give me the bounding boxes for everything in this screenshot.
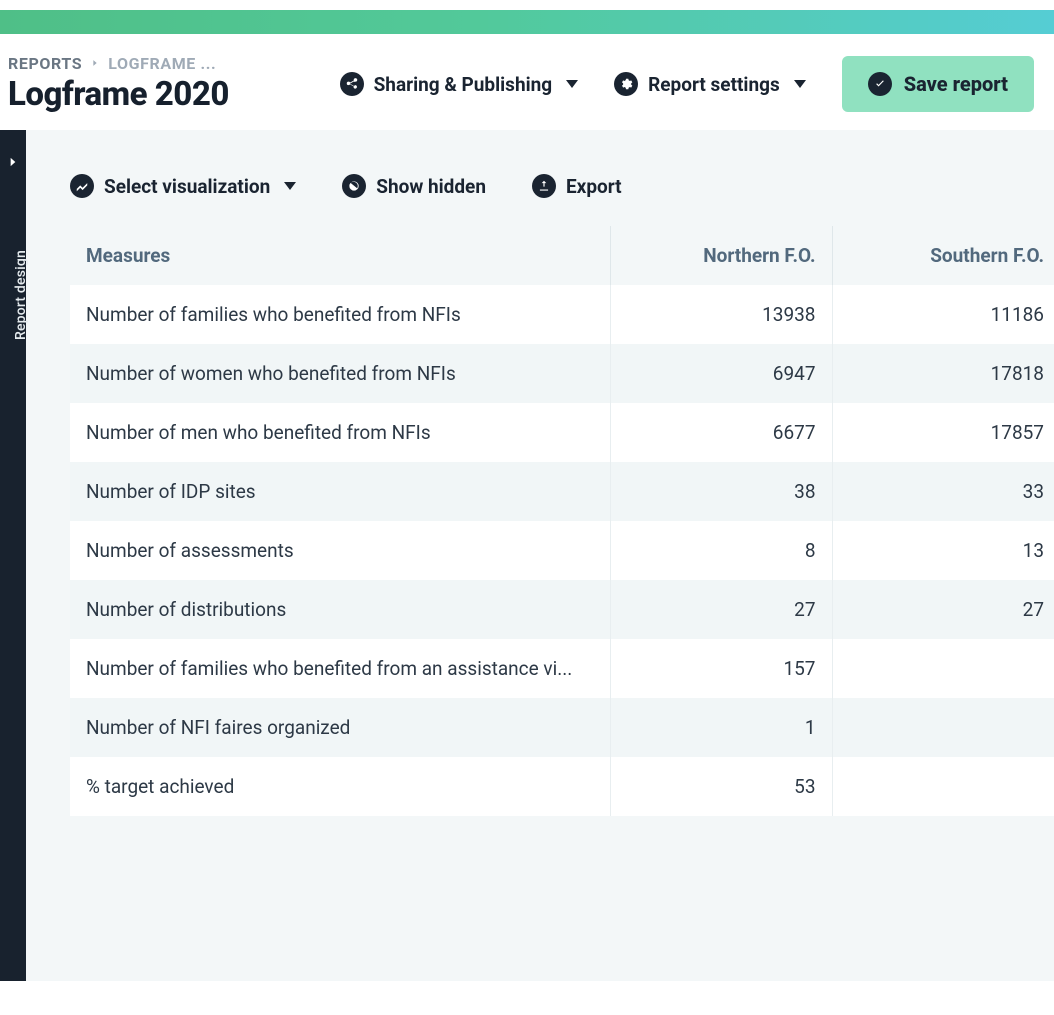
hidden-icon bbox=[342, 174, 366, 198]
table-row: Number of women who benefited from NFIs … bbox=[70, 344, 1054, 403]
save-report-button[interactable]: Save report bbox=[842, 56, 1034, 112]
row-value: 6677 bbox=[610, 403, 832, 462]
row-value: 11186 bbox=[832, 285, 1054, 344]
sharing-publishing-button[interactable]: Sharing & Publishing bbox=[340, 72, 579, 96]
show-hidden-label: Show hidden bbox=[376, 175, 486, 198]
breadcrumb-root[interactable]: REPORTS bbox=[8, 54, 82, 73]
table-row: Number of IDP sites 38 33 bbox=[70, 462, 1054, 521]
page-header: REPORTS LOGFRAME ... Logframe 2020 Shari… bbox=[0, 34, 1054, 130]
row-value: 53 bbox=[610, 757, 832, 816]
row-label: Number of distributions bbox=[70, 580, 610, 639]
row-label: Number of assessments bbox=[70, 521, 610, 580]
row-value: 27 bbox=[610, 580, 832, 639]
report-toolbar: Select visualization Show hidden Export bbox=[70, 174, 1054, 198]
row-value: 33 bbox=[832, 462, 1054, 521]
table-row: % target achieved 53 bbox=[70, 757, 1054, 816]
row-value: 6947 bbox=[610, 344, 832, 403]
row-value: 13 bbox=[832, 521, 1054, 580]
row-label: Number of NFI faires organized bbox=[70, 698, 610, 757]
export-label: Export bbox=[566, 175, 622, 198]
report-settings-button[interactable]: Report settings bbox=[614, 72, 806, 96]
data-table: Measures Northern F.O. Southern F.O. Num… bbox=[70, 226, 1054, 816]
breadcrumb-current: LOGFRAME ... bbox=[108, 54, 216, 73]
select-visualization-button[interactable]: Select visualization bbox=[70, 174, 296, 198]
table-row: Number of distributions 27 27 bbox=[70, 580, 1054, 639]
col-header-measures[interactable]: Measures bbox=[70, 226, 610, 285]
caret-down-icon bbox=[566, 80, 578, 88]
show-hidden-button[interactable]: Show hidden bbox=[342, 174, 486, 198]
body: Report design Select visualization Show … bbox=[0, 130, 1054, 981]
select-visualization-label: Select visualization bbox=[104, 175, 270, 198]
table-row: Number of families who benefited from NF… bbox=[70, 285, 1054, 344]
breadcrumb: REPORTS LOGFRAME ... bbox=[8, 54, 229, 73]
save-label: Save report bbox=[904, 72, 1008, 96]
table-row: Number of families who benefited from an… bbox=[70, 639, 1054, 698]
export-icon bbox=[532, 174, 556, 198]
row-label: % target achieved bbox=[70, 757, 610, 816]
chevron-right-icon[interactable] bbox=[6, 154, 20, 173]
check-circle-icon bbox=[868, 72, 892, 96]
row-label: Number of families who benefited from an… bbox=[70, 639, 610, 698]
row-value: 1 bbox=[610, 698, 832, 757]
row-value: 27 bbox=[832, 580, 1054, 639]
content: Select visualization Show hidden Export … bbox=[26, 130, 1054, 981]
settings-label: Report settings bbox=[648, 73, 780, 96]
row-value: 17818 bbox=[832, 344, 1054, 403]
table-row: Number of NFI faires organized 1 bbox=[70, 698, 1054, 757]
row-value bbox=[832, 639, 1054, 698]
chevron-right-icon bbox=[90, 56, 100, 72]
row-value: 13938 bbox=[610, 285, 832, 344]
col-header-southern[interactable]: Southern F.O. bbox=[832, 226, 1054, 285]
row-value: 38 bbox=[610, 462, 832, 521]
row-label: Number of families who benefited from NF… bbox=[70, 285, 610, 344]
page-title: Logframe 2020 bbox=[8, 75, 229, 114]
row-value bbox=[832, 698, 1054, 757]
side-rail-label: Report design bbox=[13, 250, 29, 340]
table-row: Number of assessments 8 13 bbox=[70, 521, 1054, 580]
col-header-northern[interactable]: Northern F.O. bbox=[610, 226, 832, 285]
table-header-row: Measures Northern F.O. Southern F.O. bbox=[70, 226, 1054, 285]
caret-down-icon bbox=[284, 182, 296, 190]
row-label: Number of men who benefited from NFIs bbox=[70, 403, 610, 462]
share-icon bbox=[340, 72, 364, 96]
header-actions: Sharing & Publishing Report settings Sav… bbox=[340, 56, 1034, 112]
gear-icon bbox=[614, 72, 638, 96]
row-value: 8 bbox=[610, 521, 832, 580]
row-value bbox=[832, 757, 1054, 816]
top-spacer bbox=[0, 0, 1054, 10]
caret-down-icon bbox=[794, 80, 806, 88]
row-value: 157 bbox=[610, 639, 832, 698]
export-button[interactable]: Export bbox=[532, 174, 622, 198]
table-row: Number of men who benefited from NFIs 66… bbox=[70, 403, 1054, 462]
header-left: REPORTS LOGFRAME ... Logframe 2020 bbox=[8, 54, 229, 114]
sharing-label: Sharing & Publishing bbox=[374, 73, 553, 96]
gradient-bar bbox=[0, 10, 1054, 34]
row-value: 17857 bbox=[832, 403, 1054, 462]
row-label: Number of IDP sites bbox=[70, 462, 610, 521]
side-rail[interactable]: Report design bbox=[0, 130, 26, 981]
chart-icon bbox=[70, 174, 94, 198]
row-label: Number of women who benefited from NFIs bbox=[70, 344, 610, 403]
